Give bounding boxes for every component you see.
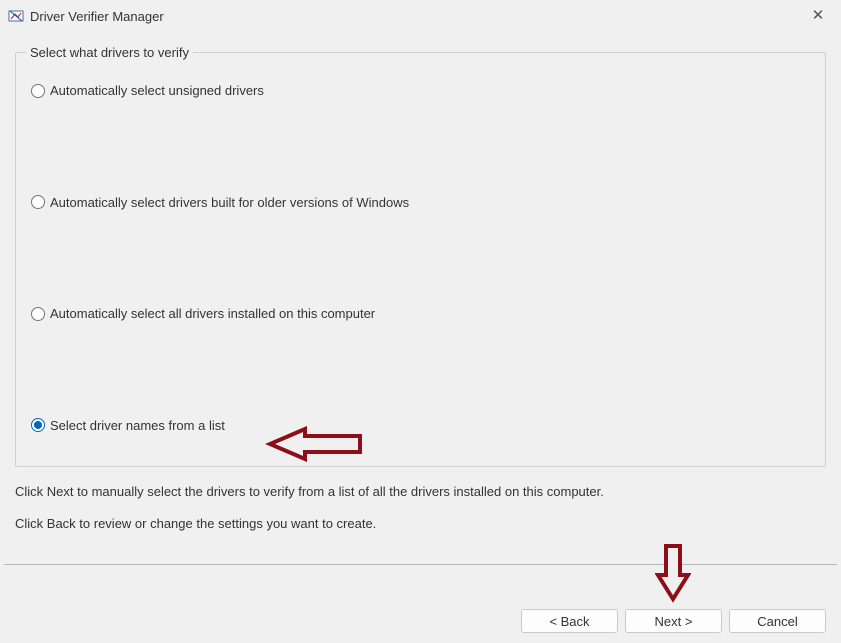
instruction-text: Click Next to manually select the driver… bbox=[0, 467, 841, 531]
radio-icon bbox=[31, 307, 45, 321]
instruction-line: Click Next to manually select the driver… bbox=[15, 484, 826, 499]
radio-icon bbox=[31, 84, 45, 98]
radio-label: Automatically select drivers built for o… bbox=[50, 195, 409, 210]
annotation-arrow-down-icon bbox=[655, 543, 691, 603]
app-icon bbox=[8, 8, 24, 24]
radio-label: Automatically select all drivers install… bbox=[50, 306, 375, 321]
radio-group: Automatically select unsigned drivers Au… bbox=[31, 78, 810, 436]
window: Driver Verifier Manager ✕ Select what dr… bbox=[0, 0, 841, 643]
next-button[interactable]: Next > bbox=[625, 609, 722, 633]
radio-label: Select driver names from a list bbox=[50, 418, 225, 433]
radio-option-all-drivers[interactable]: Automatically select all drivers install… bbox=[31, 306, 810, 321]
cancel-button[interactable]: Cancel bbox=[729, 609, 826, 633]
radio-icon-selected bbox=[31, 418, 45, 432]
window-title: Driver Verifier Manager bbox=[30, 9, 164, 24]
radio-option-older-windows[interactable]: Automatically select drivers built for o… bbox=[31, 195, 810, 210]
separator bbox=[4, 564, 837, 565]
radio-label: Automatically select unsigned drivers bbox=[50, 83, 264, 98]
radio-option-from-list[interactable]: Select driver names from a list bbox=[31, 418, 810, 433]
instruction-line: Click Back to review or change the setti… bbox=[15, 516, 826, 531]
fieldset-legend: Select what drivers to verify bbox=[26, 45, 193, 60]
titlebar: Driver Verifier Manager ✕ bbox=[0, 0, 841, 32]
back-button[interactable]: < Back bbox=[521, 609, 618, 633]
close-button[interactable]: ✕ bbox=[810, 8, 826, 24]
radio-option-unsigned[interactable]: Automatically select unsigned drivers bbox=[31, 83, 810, 98]
radio-dot-icon bbox=[34, 421, 42, 429]
content-area: Select what drivers to verify Automatica… bbox=[0, 32, 841, 467]
driver-selection-fieldset: Select what drivers to verify Automatica… bbox=[15, 52, 826, 467]
radio-icon bbox=[31, 195, 45, 209]
button-row: < Back Next > Cancel bbox=[521, 609, 826, 633]
